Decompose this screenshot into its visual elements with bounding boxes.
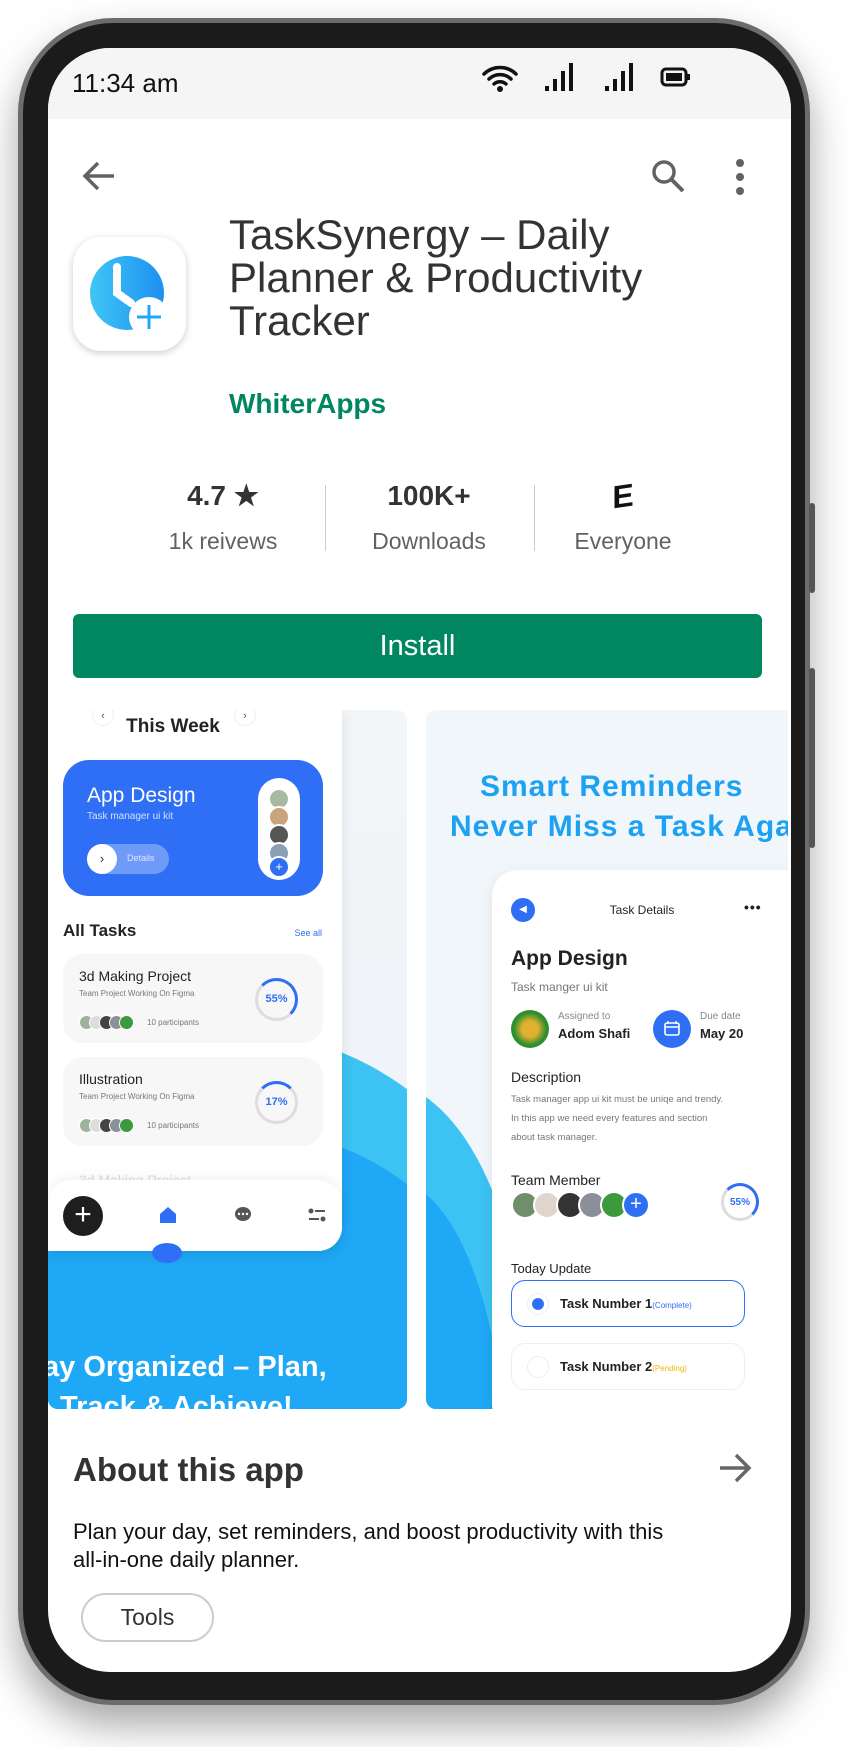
rating-value: 4.7 ★	[163, 482, 283, 510]
details-button: › Details	[87, 844, 169, 874]
due-value: May 20	[700, 1026, 744, 1041]
avatar-stack: +	[258, 778, 300, 880]
task-title: App Design	[511, 947, 628, 970]
screenshot-headline: Smart Reminders	[480, 770, 744, 803]
avatar	[511, 1010, 549, 1048]
wifi-icon	[482, 65, 518, 92]
update-item: Task Number 1(Complete)	[511, 1280, 745, 1327]
divider	[534, 485, 535, 551]
progress-ring: 17%	[255, 1081, 298, 1124]
downloads-label: Downloads	[372, 528, 486, 554]
task-subtitle: Task manger ui kit	[511, 980, 608, 994]
update-status: (Complete)	[652, 1301, 692, 1310]
update-name: Task Number 1	[560, 1296, 653, 1311]
task-card: Illustration Team Project Working On Fig…	[63, 1057, 323, 1146]
calendar-icon	[653, 1010, 691, 1048]
screenshot-caption: Track & Achieve!	[60, 1391, 293, 1410]
week-title: This Week	[126, 716, 220, 737]
downloads-value: 100K+	[387, 480, 471, 511]
clock-plus-icon	[90, 256, 169, 337]
chat-icon	[235, 1207, 251, 1221]
all-tasks-title: All Tasks	[63, 921, 137, 940]
details-label: Details	[127, 853, 155, 863]
assigned-name: Adom Shafi	[558, 1026, 631, 1041]
back-icon: ◀	[511, 898, 535, 922]
more-vertical-icon[interactable]	[734, 158, 746, 196]
more-horizontal-icon: •••	[744, 899, 762, 915]
app-preview-card: ‹ › This Week App Design Task manager ui…	[48, 710, 342, 1263]
description-title: Description	[511, 1069, 582, 1085]
today-title: Today Update	[511, 1261, 592, 1276]
team-title: Team Member	[511, 1172, 601, 1188]
signal-icon	[545, 63, 573, 91]
app-title-line: Tracker	[229, 297, 370, 344]
divider	[325, 485, 326, 551]
featured-task-card: App Design Task manager ui kit › Details…	[63, 760, 323, 896]
status-time: 11:34 am	[72, 68, 179, 98]
description-line: Task manager app ui kit must be uniqe an…	[511, 1094, 724, 1105]
task-subtitle: Team Project Working On Figma	[79, 1092, 195, 1101]
task-subtitle: Team Project Working On Figma	[79, 989, 195, 998]
install-button[interactable]: Install	[73, 614, 762, 678]
task-card: 3d Making Project Team Project Working O…	[63, 954, 323, 1043]
screenshot-caption: ay Organized – Plan,	[48, 1351, 327, 1383]
power-button	[809, 668, 815, 848]
participants-count: 10 participants	[147, 1018, 200, 1027]
due-label: Due date	[700, 1011, 741, 1022]
arrow-right-icon[interactable]	[718, 1452, 752, 1484]
screenshot-headline: Never Miss a Task Aga	[450, 810, 788, 843]
developer-link[interactable]: WhiterApps	[229, 390, 386, 418]
participants-count: 10 participants	[147, 1121, 200, 1130]
featured-title: App Design	[87, 784, 196, 807]
chevron-right-icon: ›	[87, 844, 117, 874]
settings-sliders-icon	[308, 1208, 326, 1222]
reviews-count: 1k reivews	[168, 528, 278, 554]
update-name: Task Number 2	[560, 1359, 653, 1374]
content-rating-icon: E	[612, 476, 634, 516]
description-line: about task manager.	[511, 1132, 598, 1143]
description-line: In this app we need every features and s…	[511, 1113, 708, 1124]
about-description-line: Plan your day, set reminders, and boost …	[73, 1519, 664, 1544]
screenshot-2[interactable]: Smart Reminders Never Miss a Task Aga ◀ …	[426, 710, 788, 1409]
update-item: Task Number 2(Pending)	[511, 1343, 745, 1390]
bottom-nav: +	[48, 1180, 342, 1263]
app-icon	[73, 237, 186, 351]
app-title-line: TaskSynergy – Daily	[229, 211, 610, 258]
progress-ring: 55%	[255, 978, 298, 1021]
volume-button	[809, 503, 815, 593]
arrow-left-icon[interactable]	[82, 160, 116, 192]
progress-value: 55%	[729, 1196, 750, 1208]
tag-chip-tools[interactable]: Tools	[81, 1593, 214, 1642]
progress-value: 55%	[265, 993, 288, 1005]
update-status: (Pending)	[652, 1364, 687, 1373]
progress-ring: 55%	[721, 1183, 759, 1221]
progress-value: 17%	[265, 1096, 288, 1108]
add-icon: +	[63, 1196, 103, 1236]
radio-checked	[527, 1293, 549, 1315]
app-title-line: Planner & Productivity	[229, 254, 643, 301]
signal-icon	[605, 63, 633, 91]
card-header: Task Details	[609, 903, 675, 917]
content-rating: Everyone	[574, 528, 672, 554]
screen: 11:34 am TaskSynergy – Daily Planner & P…	[48, 48, 791, 1672]
rating-number: 4.7	[187, 480, 227, 511]
task-details-card: ◀ Task Details ••• App Design Task mange…	[492, 870, 788, 1409]
task-title: 3d Making Project	[79, 968, 192, 984]
assigned-label: Assigned to	[558, 1011, 611, 1022]
see-all-link: See all	[294, 928, 322, 938]
home-icon	[160, 1207, 176, 1223]
add-member-icon: +	[622, 1191, 650, 1219]
search-icon[interactable]	[650, 158, 686, 194]
plus-icon: +	[268, 856, 290, 878]
task-title: Illustration	[79, 1071, 143, 1087]
about-description-line: all-in-one daily planner.	[73, 1547, 300, 1572]
screenshot-1[interactable]: ‹ › This Week App Design Task manager ui…	[48, 710, 407, 1409]
about-title: About this app	[73, 1451, 304, 1488]
star-icon: ★	[233, 480, 259, 511]
featured-subtitle: Task manager ui kit	[87, 811, 174, 822]
radio-unchecked	[527, 1356, 549, 1378]
status-bar: 11:34 am	[48, 48, 791, 119]
battery-icon	[660, 67, 690, 87]
